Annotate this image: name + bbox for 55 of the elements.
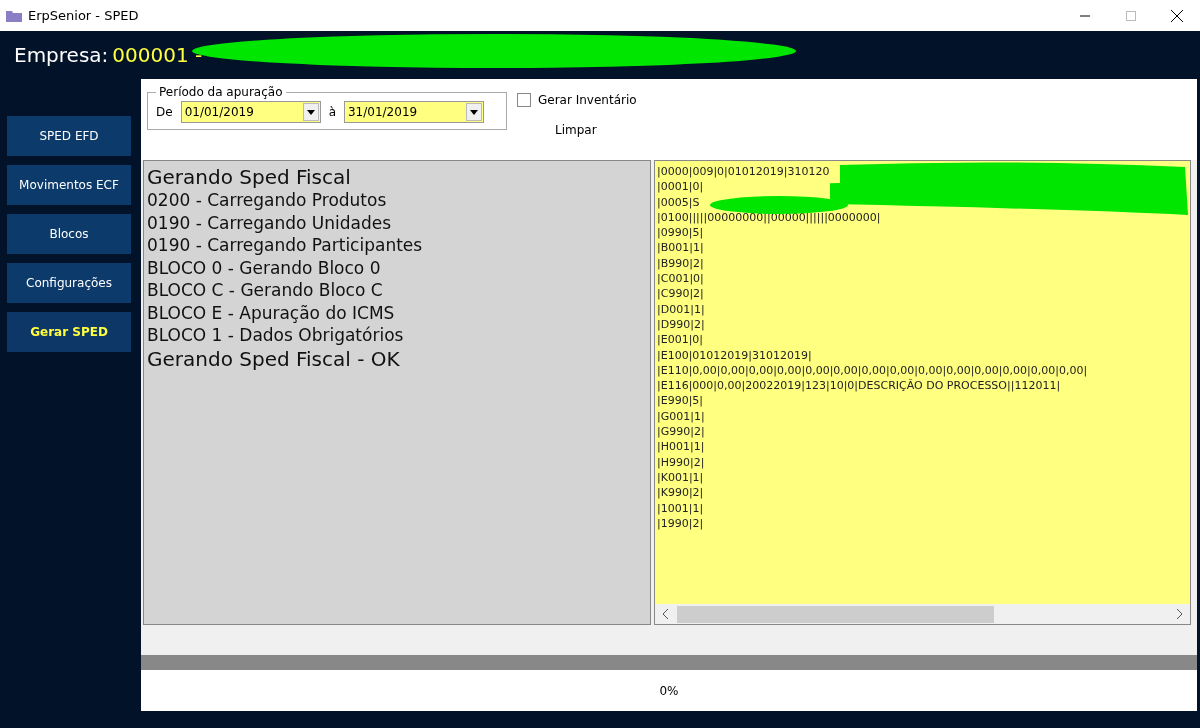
inventory-checkbox[interactable] [517, 93, 531, 107]
output-line: |0000|009|0|01012019|310120 [657, 164, 830, 180]
output-line: |G001|1| [657, 408, 705, 425]
output-line: |0005|S [657, 194, 700, 210]
output-line: |B001|1| [657, 240, 704, 256]
output-line: |H990|2| [657, 454, 705, 470]
window-title: ErpSenior - SPED [28, 8, 140, 23]
output-line: |0990|5| [657, 225, 704, 241]
nav-button[interactable]: Gerar SPED [7, 312, 131, 352]
to-date-field[interactable]: 31/01/2019 [344, 101, 484, 123]
log-line: BLOCO E - Apuração do ICMS [147, 301, 395, 324]
output-line: |E116|000|0,00|20022019|123|10|0|DESCRIÇÃO DO PROCESSO||112011| [657, 378, 1061, 394]
to-label: à [328, 105, 336, 119]
output-line: |E990|5| [657, 393, 704, 409]
log-line: BLOCO 0 - Gerando Bloco 0 [147, 256, 381, 279]
output-line: |H001|1| [657, 439, 705, 455]
output-line: |D001|1| [657, 301, 705, 317]
output-line: |1990|2| [657, 515, 704, 532]
caret-icon [306, 109, 315, 115]
output-line: |K990|2| [657, 485, 704, 501]
company-code: 000001 - [112, 43, 203, 67]
from-date-field[interactable]: 01/01/2019 [180, 101, 321, 123]
log-line: Gerando Sped Fiscal - OK [147, 346, 400, 371]
output-line: |E110|0,00|0,00|0,00|0,00|0,00|0,00|0,00|0,00|0,00|0,00|0,00|0,00|0,00|0,00| [657, 362, 1088, 379]
output-line: |D990|2| [657, 316, 705, 333]
horizontal-scrollbar[interactable] [655, 604, 1190, 624]
close-icon[interactable] [1171, 9, 1183, 22]
from-label: De [156, 105, 173, 119]
caret-icon [470, 109, 478, 115]
output-line: |E100|01012019|31012019| [657, 347, 812, 363]
output-line: |0100|||||00000000||00000||||||0000000| [657, 209, 881, 226]
company-label: Empresa: [14, 43, 109, 67]
nav-button[interactable]: Blocos [7, 214, 131, 254]
log-line: BLOCO 1 - Dados Obrigatórios [147, 324, 404, 347]
output-line: |C001|0| [657, 271, 704, 287]
log-line: 0200 - Carregando Produtos [147, 189, 387, 212]
period-legend: Período da apuração [156, 85, 286, 99]
log-line: 0190 - Carregando Participantes [147, 234, 423, 257]
nav-button[interactable]: Configurações [7, 263, 131, 303]
output-line: |C990|2| [657, 286, 704, 302]
log-line: 0190 - Carregando Unidades [147, 211, 392, 234]
output-line: |G990|2| [657, 424, 705, 440]
log-line: BLOCO C - Gerando Bloco C [147, 279, 383, 302]
output-line: |0001|0| [657, 179, 704, 195]
output-line: |B990|2| [657, 255, 704, 272]
progress-reading: 0% [659, 683, 679, 698]
nav-button[interactable]: SPED EFD [7, 116, 131, 156]
nav-button[interactable]: Movimentos ECF [7, 165, 131, 205]
output-line: |K001|1| [657, 469, 704, 486]
output-line: |1001|1| [657, 500, 704, 516]
inventory-label: Gerar Inventário [538, 93, 637, 107]
folder-icon [6, 9, 22, 22]
output-line: |E001|0| [657, 332, 704, 348]
clear-button[interactable]: Limpar [555, 123, 597, 137]
log-line: Gerando Sped Fiscal [147, 165, 351, 189]
